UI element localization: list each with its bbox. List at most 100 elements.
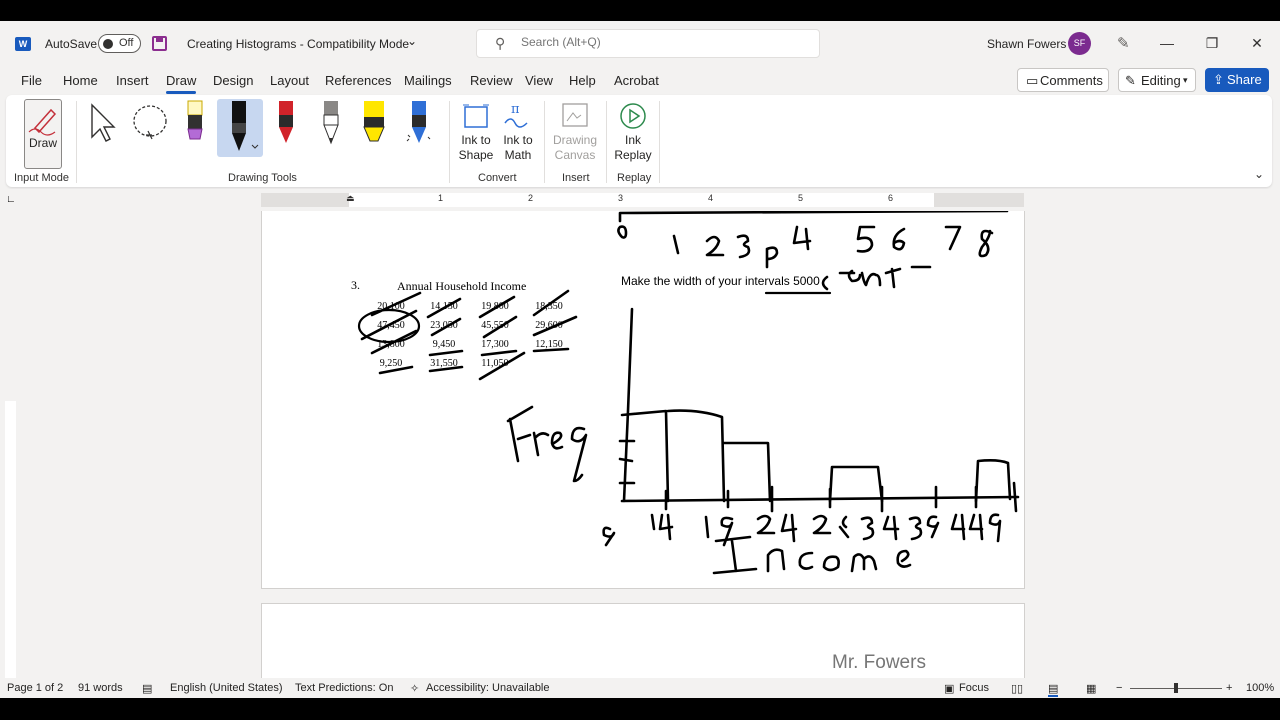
tab-view[interactable]: View [525, 73, 553, 88]
title-bar: W AutoSave Off Creating Histograms - Com… [0, 21, 1280, 67]
tab-file[interactable]: File [21, 73, 42, 88]
draw-label: Draw [28, 136, 57, 150]
ink-letter-q [570, 426, 588, 483]
lasso-select-icon[interactable] [130, 99, 170, 149]
accessibility-status[interactable]: Accessibility: Unavailable [426, 682, 550, 694]
editing-label: Editing [1141, 73, 1181, 88]
ink-letter-F [506, 405, 534, 463]
ribbon-collapse-chevron-icon[interactable]: ⌄ [1254, 167, 1264, 181]
ink-digit-6 [892, 227, 906, 251]
search-box[interactable]: ⚲ [476, 29, 820, 58]
pen-icon[interactable]: ✎ [1117, 34, 1130, 52]
draw-toggle-button[interactable]: Draw [24, 99, 62, 169]
drawing-canvas-line2: Canvas [554, 148, 596, 162]
black-pen-icon [232, 101, 259, 151]
tab-insert[interactable]: Insert [116, 73, 149, 88]
tab-draw[interactable]: Draw [166, 73, 197, 94]
page-count[interactable]: Page 1 of 2 [7, 682, 63, 694]
galaxy-pen-icon[interactable] [404, 99, 434, 149]
ink-to-math-button[interactable]: Ink to Math [498, 133, 538, 163]
ink-digit-1 [672, 234, 680, 255]
tab-mailings[interactable]: Mailings [404, 73, 452, 88]
comments-button[interactable]: ▭ Comments [1017, 68, 1109, 92]
user-name[interactable]: Shawn Fowers [987, 37, 1066, 51]
ink-to-math-icon: π [504, 102, 528, 128]
ink-label-39 [908, 515, 940, 541]
language[interactable]: English (United States) [170, 682, 283, 694]
ink-replay-button[interactable]: Ink Replay [614, 133, 652, 163]
comment-icon: ▭ [1026, 73, 1039, 88]
minimize-button[interactable]: — [1152, 31, 1182, 55]
edit-pencil-icon: ✎ [1125, 73, 1136, 88]
ink-to-shape-button[interactable]: Ink to Shape [456, 133, 496, 163]
indent-marker[interactable]: ⏏ [346, 193, 355, 204]
drawing-canvas-icon [562, 103, 588, 127]
document-page[interactable]: 3. Annual Household Income 20,100 14,150… [261, 211, 1025, 589]
zoom-out-icon[interactable]: − [1116, 682, 1122, 694]
ink-digit-0 [617, 225, 628, 239]
draw-ribbon: Draw Input Mode Drawing Tools Ink to Sha… [6, 95, 1272, 187]
tab-help[interactable]: Help [569, 73, 596, 88]
highlighter-pen-icon[interactable] [180, 99, 210, 149]
ink-strike [532, 289, 570, 317]
divider [659, 101, 660, 183]
autosave-toggle[interactable]: Off [98, 34, 141, 53]
ink-to-shape-icon [463, 104, 489, 128]
ruler-number: 6 [888, 193, 894, 203]
drawing-canvas-button[interactable]: Drawing Canvas [550, 133, 600, 163]
comments-label: Comments [1040, 73, 1103, 88]
avatar[interactable]: SF [1068, 32, 1091, 55]
vertical-ruler[interactable] [5, 401, 16, 678]
ink-to-shape-line1: Ink to [461, 133, 491, 147]
select-arrow-icon[interactable] [86, 99, 122, 149]
zoom-in-icon[interactable]: + [1226, 682, 1232, 694]
ink-letter-r [532, 431, 550, 457]
tab-acrobat[interactable]: Acrobat [614, 73, 659, 88]
text-predictions[interactable]: Text Predictions: On [295, 682, 393, 694]
ink-letter-e [550, 431, 564, 450]
tab-references[interactable]: References [325, 73, 391, 88]
document-page-2[interactable]: Mr. Fowers [261, 603, 1025, 678]
ink-letter-c [798, 551, 814, 570]
search-input[interactable] [521, 35, 801, 49]
tab-home[interactable]: Home [63, 73, 98, 88]
focus-mode[interactable]: Focus [959, 682, 989, 694]
tab-layout[interactable]: Layout [270, 73, 309, 88]
ink-strike [426, 297, 462, 319]
ink-strike [378, 365, 414, 375]
right-margin-area [934, 193, 1024, 207]
document-title[interactable]: Creating Histograms - Compatibility Mode [187, 37, 409, 51]
tab-stop-icon[interactable]: ∟ [6, 194, 16, 205]
horizontal-ruler[interactable]: ∟ ⏏ 1 2 3 4 5 6 [0, 189, 1280, 211]
proofing-icon[interactable]: ▤ [142, 682, 152, 695]
pencil-icon[interactable] [316, 99, 346, 149]
document-canvas[interactable]: 3. Annual Household Income 20,100 14,150… [0, 211, 1280, 678]
tab-design[interactable]: Design [213, 73, 253, 88]
divider [544, 101, 545, 183]
ink-digit-3 [736, 234, 751, 259]
zoom-level[interactable]: 100% [1246, 682, 1274, 694]
ruler-number: 1 [438, 193, 444, 203]
read-mode-icon[interactable]: ▯▯ [1011, 682, 1023, 695]
share-button[interactable]: ⇪ Share [1205, 68, 1269, 92]
save-icon[interactable] [152, 36, 167, 51]
close-button[interactable]: ✕ [1242, 31, 1272, 55]
ink-label-24 [756, 513, 798, 543]
web-layout-icon[interactable]: ▦ [1086, 682, 1096, 695]
drawing-canvas-line1: Drawing [552, 133, 597, 147]
black-pen-selected[interactable] [217, 99, 263, 157]
ribbon-tabs: File Home Insert Draw Design Layout Refe… [0, 67, 1280, 95]
handwritten-ink-layer[interactable] [262, 211, 1026, 589]
tab-review[interactable]: Review [470, 73, 513, 88]
chevron-down-icon[interactable]: ⌄ [407, 34, 417, 48]
yellow-highlighter-icon[interactable] [358, 99, 390, 149]
word-count[interactable]: 91 words [78, 682, 123, 694]
red-pen-icon[interactable] [271, 99, 301, 149]
print-layout-icon[interactable]: ▤ [1048, 682, 1059, 697]
editing-mode-button[interactable]: ✎ Editing ▾ [1118, 68, 1196, 92]
restore-button[interactable]: ❐ [1197, 31, 1227, 55]
page-header-text: Mr. Fowers [832, 652, 926, 673]
ink-strike [478, 351, 526, 381]
zoom-slider-thumb[interactable] [1174, 683, 1178, 693]
ink-label-14 [650, 513, 674, 541]
